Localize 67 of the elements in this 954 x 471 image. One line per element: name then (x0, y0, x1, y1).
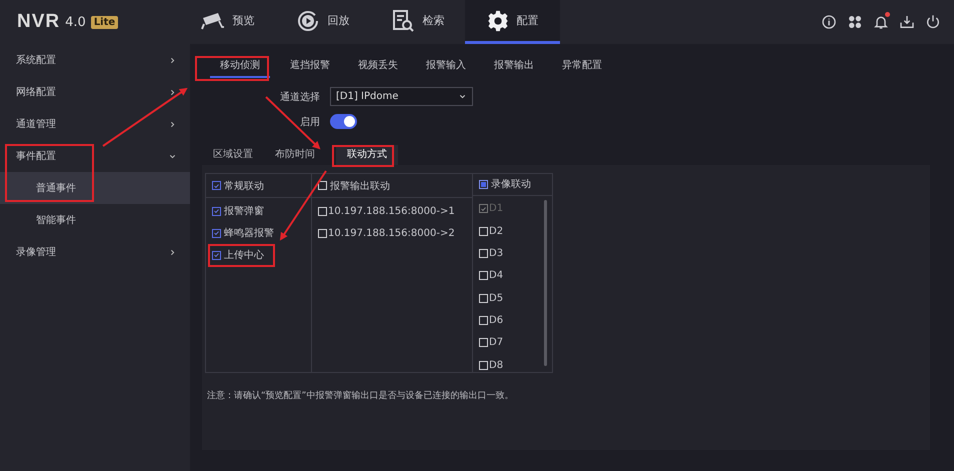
checkbox-label: 报警弹窗 (224, 204, 264, 218)
nav-tab[interactable]: 预览 (180, 0, 275, 44)
check-icon (213, 207, 220, 215)
edition-badge: Lite (90, 16, 118, 28)
annotation-box (208, 244, 275, 267)
checkbox-label: D5 (489, 292, 504, 304)
check-icon (213, 251, 220, 259)
checkbox-label: 10.197.188.156:8000->1 (328, 206, 455, 216)
field-label: 启用 (299, 116, 320, 128)
tab[interactable]: 异常配置 (550, 56, 614, 78)
channel-select[interactable]: [D1] IPdome (330, 87, 473, 106)
nav-tab[interactable]: 配置 (465, 0, 560, 44)
checkbox-label: D3 (489, 248, 504, 260)
checkbox-label: D8 (489, 360, 504, 370)
enable-toggle[interactable] (330, 114, 357, 129)
tab[interactable]: 报警输入 (414, 56, 478, 78)
fan-icon[interactable] (847, 14, 863, 30)
nav-tab[interactable]: 回放 (275, 0, 370, 44)
sidebar-item[interactable]: 网络配置 (0, 76, 190, 108)
sidebar-item[interactable]: 通道管理 (0, 108, 190, 140)
power-icon[interactable] (925, 14, 941, 30)
sidebar-subitem[interactable]: 智能事件 (0, 204, 190, 236)
checkbox-label: D7 (489, 337, 504, 348)
checkbox[interactable] (479, 180, 488, 189)
checkbox-label: D1 (489, 203, 504, 214)
scrollbar[interactable] (544, 200, 547, 366)
tab[interactable]: 视频丢失 (346, 56, 410, 78)
checkbox-label: 10.197.188.156:8000->2 (328, 228, 455, 238)
nav-tab[interactable]: 检索 (370, 0, 465, 44)
version-text: 4.0 (65, 14, 86, 30)
search-document-icon (390, 8, 414, 32)
checkbox-label: 录像联动 (491, 178, 531, 192)
checkbox[interactable] (212, 206, 221, 216)
tab[interactable]: 遮挡报警 (278, 56, 342, 78)
sidebar-item[interactable]: 录像管理 (0, 236, 190, 268)
chevron-icon (168, 88, 177, 96)
bell-icon[interactable] (873, 14, 889, 30)
field-label: 通道选择 (279, 90, 320, 104)
checkbox-label: D4 (489, 270, 504, 282)
checkbox[interactable] (212, 228, 221, 238)
checkbox-label: 报警输出联动 (330, 180, 390, 192)
annotation-arrow (280, 170, 327, 241)
sidebar-subitem[interactable]: 普通事件 (0, 172, 190, 204)
logo-text: NVR (17, 11, 60, 33)
chevron-icon (168, 248, 177, 256)
checkbox-label: 蜂鸣器报警 (224, 226, 274, 240)
tab[interactable]: 报警输出 (482, 56, 546, 78)
chevron-icon (168, 120, 177, 128)
check-icon (213, 182, 220, 190)
checkbox[interactable] (212, 181, 221, 190)
sidebar-item[interactable]: 事件配置 (0, 140, 190, 172)
check-icon (213, 229, 220, 237)
dropdown-caret-icon (458, 92, 467, 101)
download-icon[interactable] (899, 14, 915, 30)
playback-icon (296, 8, 320, 32)
checkbox-label: 常规联动 (224, 180, 264, 192)
checkbox-label: 上传中心 (224, 248, 264, 262)
checkbox-label: D2 (489, 226, 504, 237)
chevron-icon (168, 56, 177, 64)
checkbox-label: D6 (489, 314, 504, 326)
settings-icon (486, 10, 508, 32)
tab[interactable]: 移动侦测 (210, 56, 270, 78)
annotation-box (332, 145, 394, 167)
sidebar-item[interactable]: 系统配置 (0, 44, 190, 76)
checkbox[interactable] (212, 250, 221, 260)
note-text: 注意：请确认“预览配置”中报警弹窗输出口是否与设备已连接的输出口一致。 (206, 390, 514, 402)
info-icon[interactable] (821, 14, 837, 30)
